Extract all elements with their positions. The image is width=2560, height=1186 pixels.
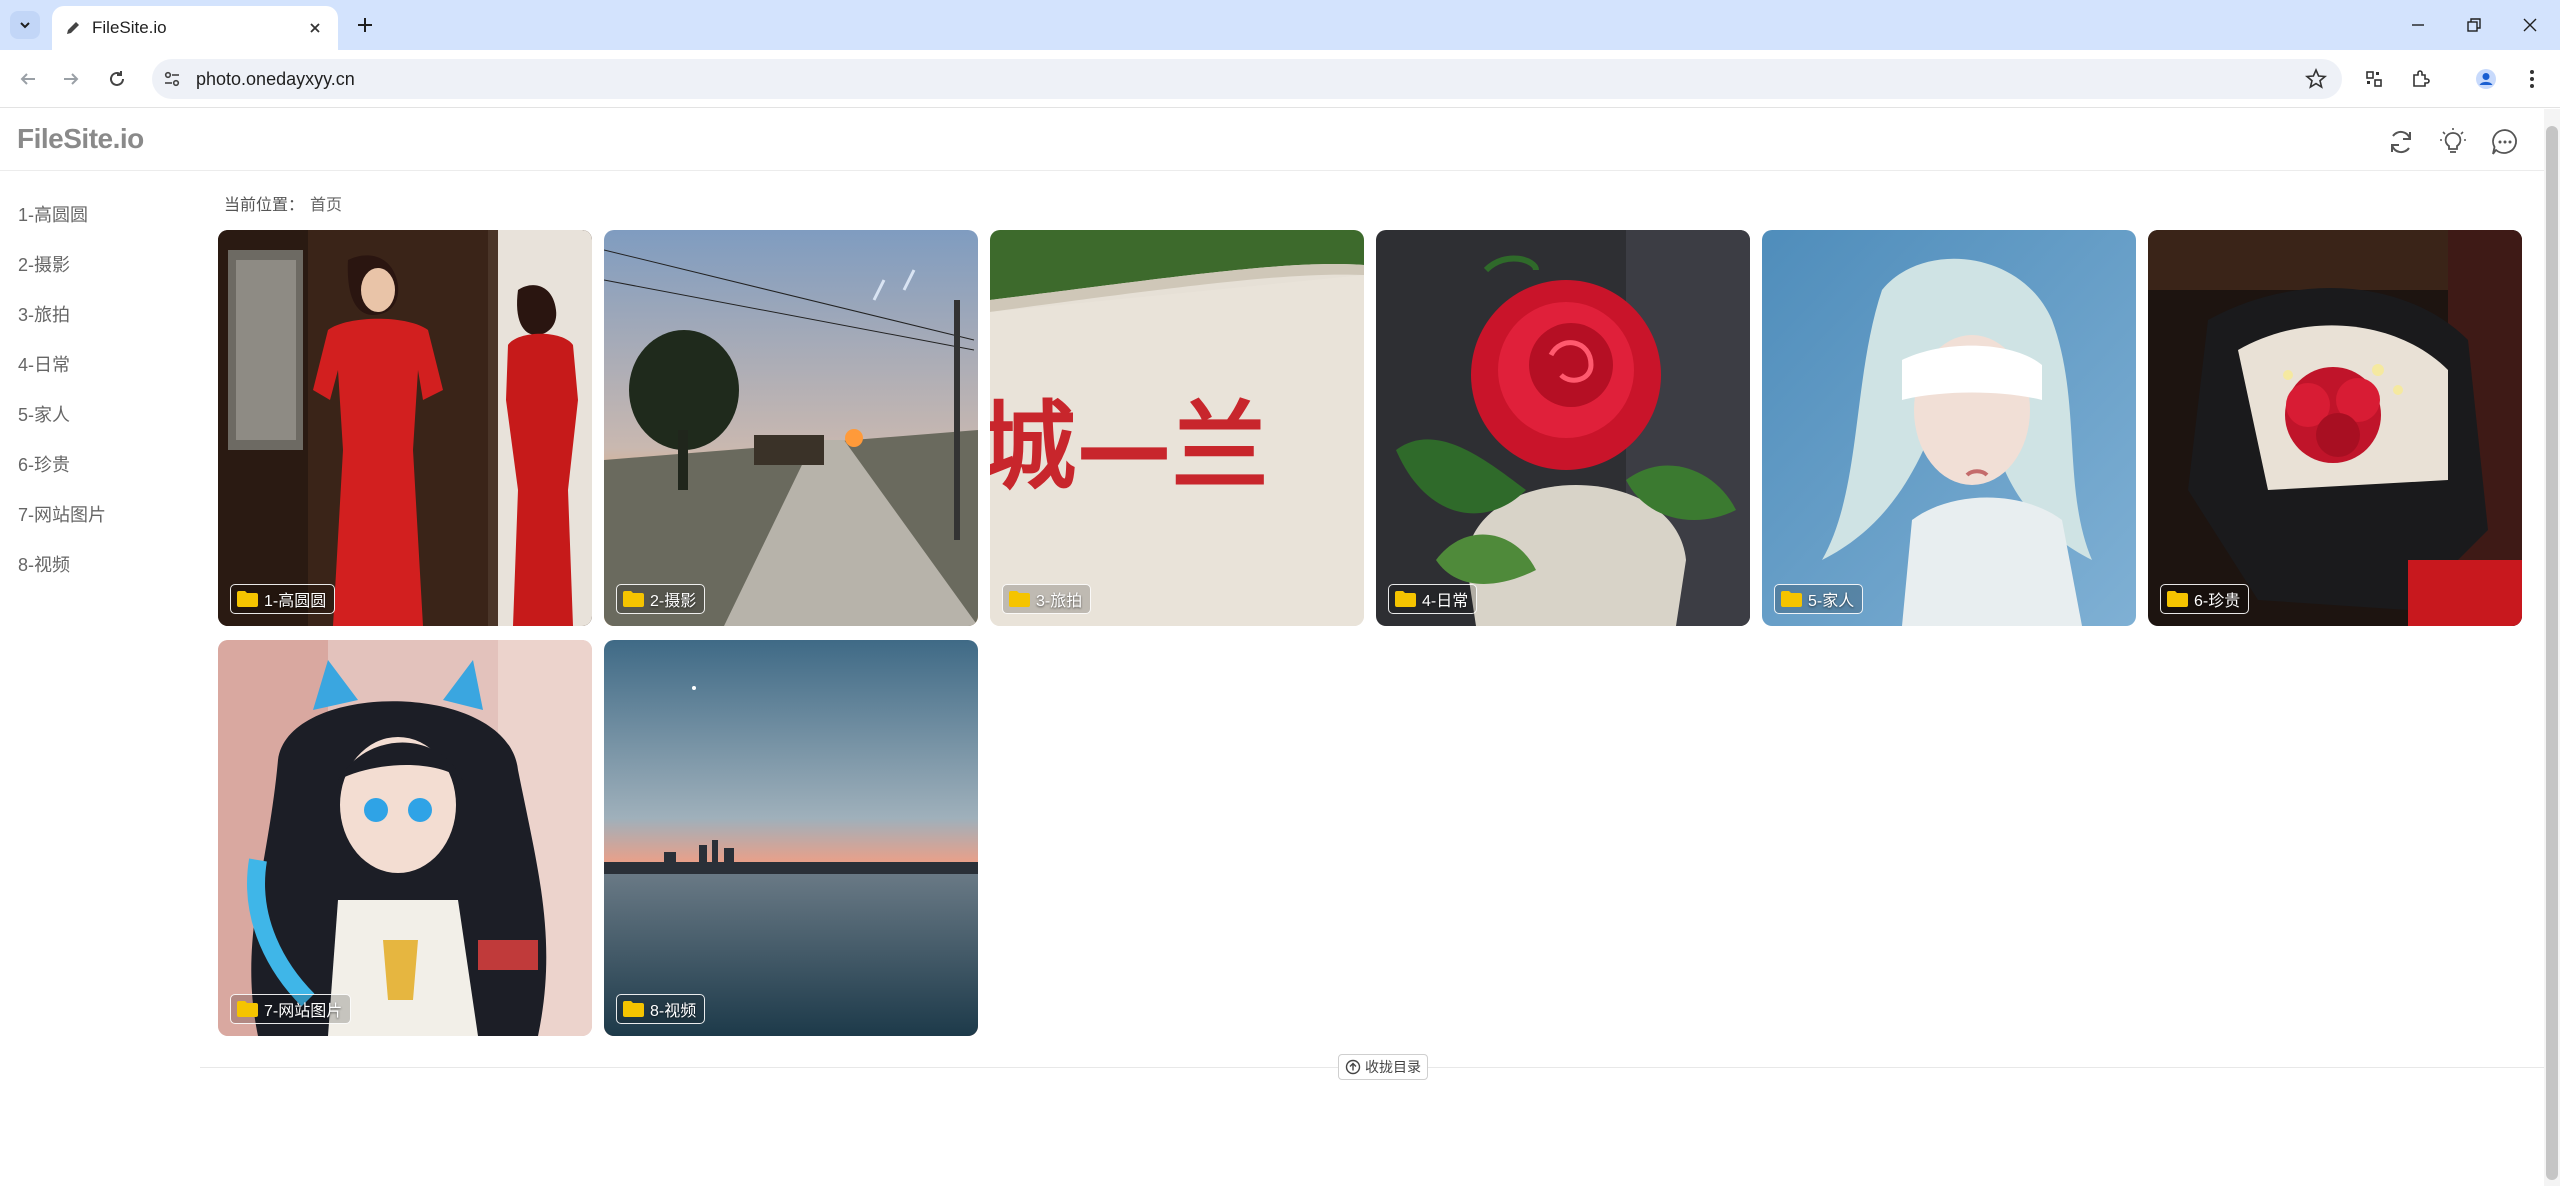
folder-badge: 4-日常 bbox=[1388, 584, 1478, 614]
folder-card-4[interactable]: 4-日常 bbox=[1376, 230, 1750, 626]
arrow-left-icon bbox=[20, 73, 35, 85]
sidebar-item-8[interactable]: 8-视频 bbox=[0, 539, 190, 589]
folder-label: 5-家人 bbox=[1808, 593, 1855, 610]
sidebar-item-5[interactable]: 5-家人 bbox=[0, 389, 190, 439]
folder-badge: 7-网站图片 bbox=[230, 994, 352, 1024]
folder-label: 1-高圆圆 bbox=[264, 593, 327, 610]
folder-thumbnail bbox=[218, 640, 592, 1036]
extensions-button[interactable] bbox=[2404, 63, 2436, 95]
avatar-icon bbox=[2476, 69, 2496, 89]
site-header: FileSite.io bbox=[0, 109, 2544, 171]
more-vertical-icon bbox=[2530, 70, 2534, 88]
folder-icon bbox=[237, 591, 258, 607]
sidebar-nav: 1-高圆圆 2-摄影 3-旅拍 4-日常 5-家人 6-珍贵 7-网站图片 8-… bbox=[0, 189, 190, 589]
address-bar[interactable]: photo.onedayxyy.cn bbox=[152, 59, 2342, 99]
qr-code-icon bbox=[2366, 71, 2382, 87]
bookmark-star-icon[interactable] bbox=[2304, 67, 2328, 91]
arrow-up-circle-icon bbox=[1345, 1059, 1361, 1075]
collapse-directory-button[interactable]: 收拢目录 bbox=[1338, 1054, 1428, 1080]
folder-thumbnail bbox=[218, 230, 592, 626]
folder-icon bbox=[623, 591, 644, 607]
photo-wall-text: 城—兰 bbox=[990, 391, 1268, 503]
folder-label: 4-日常 bbox=[1422, 593, 1469, 610]
folder-badge: 5-家人 bbox=[1774, 584, 1864, 614]
folder-card-8[interactable]: 8-视频 bbox=[604, 640, 978, 1036]
browser-menu-button[interactable] bbox=[2516, 63, 2548, 95]
tab-title: FileSite.io bbox=[92, 18, 167, 37]
folder-thumbnail bbox=[1376, 230, 1750, 626]
back-button[interactable] bbox=[12, 63, 44, 95]
folder-thumbnail bbox=[1762, 230, 2136, 626]
plus-icon bbox=[358, 18, 372, 32]
sidebar-item-7[interactable]: 7-网站图片 bbox=[0, 489, 190, 539]
restore-icon bbox=[2467, 18, 2481, 32]
folder-icon bbox=[237, 1001, 258, 1017]
chevron-down-icon bbox=[20, 22, 30, 29]
forward-button[interactable] bbox=[55, 63, 87, 95]
folder-thumbnail: 城—兰 bbox=[990, 230, 1364, 626]
folder-badge: 1-高圆圆 bbox=[230, 584, 336, 614]
folder-icon bbox=[1781, 591, 1802, 607]
folder-label: 7-网站图片 bbox=[264, 1003, 343, 1020]
folder-badge: 3-旅拍 bbox=[1002, 584, 1092, 614]
collapse-label: 收拢目录 bbox=[1365, 1059, 1421, 1075]
folder-card-6[interactable]: 6-珍贵 bbox=[2148, 230, 2522, 626]
breadcrumb-home[interactable]: 首页 bbox=[310, 197, 342, 214]
minimize-icon bbox=[2412, 24, 2424, 26]
browser-titlebar: FileSite.io bbox=[0, 0, 2560, 50]
reload-icon bbox=[110, 71, 124, 86]
chat-icon[interactable] bbox=[2488, 125, 2522, 159]
folder-label: 3-旅拍 bbox=[1036, 593, 1083, 610]
url-text: photo.onedayxyy.cn bbox=[196, 68, 355, 89]
folder-label: 8-视频 bbox=[650, 1003, 697, 1020]
reload-button[interactable] bbox=[101, 63, 133, 95]
sidebar-item-4[interactable]: 4-日常 bbox=[0, 339, 190, 389]
site-logo[interactable]: FileSite.io bbox=[17, 123, 144, 155]
new-tab-button[interactable] bbox=[352, 12, 378, 38]
scrollbar-thumb[interactable] bbox=[2546, 126, 2558, 1180]
tab-close-icon[interactable] bbox=[304, 17, 326, 39]
folder-thumbnail bbox=[2148, 230, 2522, 626]
folder-icon bbox=[2167, 591, 2188, 607]
folder-icon bbox=[1009, 591, 1030, 607]
restore-button[interactable] bbox=[2446, 8, 2502, 42]
puzzle-icon bbox=[2413, 70, 2430, 87]
browser-tab[interactable]: FileSite.io bbox=[52, 6, 338, 50]
lightbulb-icon[interactable] bbox=[2436, 125, 2470, 159]
tab-search-button[interactable] bbox=[10, 11, 40, 39]
folder-card-3[interactable]: 城—兰 3-旅拍 bbox=[990, 230, 1364, 626]
folder-thumbnail bbox=[604, 230, 978, 626]
folder-label: 6-珍贵 bbox=[2194, 593, 2241, 610]
folder-card-7[interactable]: 7-网站图片 bbox=[218, 640, 592, 1036]
folder-thumbnail bbox=[604, 640, 978, 1036]
minimize-button[interactable] bbox=[2390, 8, 2446, 42]
folder-badge: 8-视频 bbox=[616, 994, 706, 1024]
close-icon bbox=[2523, 18, 2537, 32]
folder-icon bbox=[1395, 591, 1416, 607]
profile-button[interactable] bbox=[2470, 63, 2502, 95]
breadcrumb: 当前位置： 首页 bbox=[224, 191, 342, 215]
sidebar-item-3[interactable]: 3-旅拍 bbox=[0, 289, 190, 339]
folder-badge: 6-珍贵 bbox=[2160, 584, 2250, 614]
close-window-button[interactable] bbox=[2502, 8, 2558, 42]
browser-toolbar: photo.onedayxyy.cn bbox=[0, 50, 2560, 108]
folder-badge: 2-摄影 bbox=[616, 584, 706, 614]
folder-label: 2-摄影 bbox=[650, 593, 697, 610]
folder-icon bbox=[623, 1001, 644, 1017]
site-info-icon[interactable] bbox=[154, 61, 190, 97]
sidebar-item-6[interactable]: 6-珍贵 bbox=[0, 439, 190, 489]
sidebar-item-1[interactable]: 1-高圆圆 bbox=[0, 189, 190, 239]
qr-code-button[interactable] bbox=[2358, 63, 2390, 95]
folder-card-5[interactable]: 5-家人 bbox=[1762, 230, 2136, 626]
breadcrumb-label: 当前位置： bbox=[224, 197, 305, 214]
pencil-icon bbox=[67, 22, 79, 34]
page-content: FileSite.io 1-高圆圆 2-摄影 3-旅拍 4-日常 5-家人 6-… bbox=[0, 109, 2544, 1186]
refresh-icon[interactable] bbox=[2384, 125, 2418, 159]
folder-card-1[interactable]: 1-高圆圆 bbox=[218, 230, 592, 626]
sidebar-item-2[interactable]: 2-摄影 bbox=[0, 239, 190, 289]
folder-card-2[interactable]: 2-摄影 bbox=[604, 230, 978, 626]
arrow-right-icon bbox=[64, 73, 79, 85]
